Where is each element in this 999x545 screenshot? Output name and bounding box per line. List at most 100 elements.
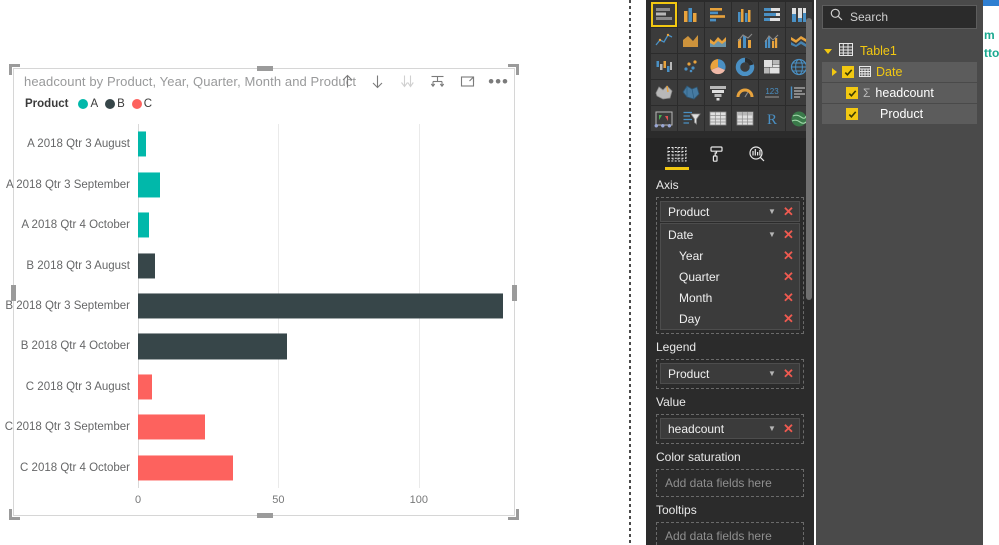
resize-handle-bottom-right[interactable]: [508, 509, 519, 520]
chevron-down-icon[interactable]: ▼: [766, 207, 778, 216]
r-script-visual-icon[interactable]: R: [759, 106, 785, 131]
well-subfield-month[interactable]: Month ✕: [661, 287, 799, 308]
remove-field-icon[interactable]: ✕: [782, 367, 795, 380]
well-subfield-year[interactable]: Year ✕: [661, 245, 799, 266]
well-group-date[interactable]: Date ▼ ✕ Year ✕ Quarter ✕ Month ✕ Day ✕: [660, 223, 800, 330]
bar[interactable]: [138, 414, 206, 440]
stacked-bar-chart-icon[interactable]: [651, 2, 677, 27]
remove-field-icon[interactable]: ✕: [782, 291, 795, 304]
clustered-bar-chart-icon[interactable]: [705, 2, 731, 27]
field-row-date[interactable]: Date: [822, 62, 977, 82]
well-dropzone-legend[interactable]: Product ▼ ✕: [656, 359, 804, 389]
format-tab[interactable]: [704, 141, 730, 167]
drill-up-icon[interactable]: [338, 72, 357, 91]
wells-scrollbar[interactable]: [806, 18, 812, 300]
well-dropzone-axis[interactable]: Product ▼ ✕ Date ▼ ✕ Year ✕ Quarter ✕ Mo…: [656, 197, 804, 334]
field-row-headcount[interactable]: Σ headcount: [822, 83, 977, 103]
remove-field-icon[interactable]: ✕: [782, 228, 795, 241]
well-subfield-quarter[interactable]: Quarter ✕: [661, 266, 799, 287]
card-icon[interactable]: 123: [759, 80, 785, 105]
bar[interactable]: [138, 172, 161, 198]
line-chart-icon[interactable]: [651, 28, 677, 53]
visualizations-pane[interactable]: 123 R ••• Axis Product ▼ ✕ Date ▼ ✕ Year…: [646, 0, 814, 545]
chevron-right-icon[interactable]: [832, 68, 837, 76]
well-chip-headcount[interactable]: headcount ▼ ✕: [660, 418, 800, 439]
clustered-bar-chart-visual[interactable]: headcount by Product, Year, Quarter, Mon…: [5, 64, 519, 520]
remove-field-icon[interactable]: ✕: [782, 312, 795, 325]
checkbox-headcount[interactable]: [846, 87, 858, 99]
line-and-stacked-column-chart-icon[interactable]: [732, 28, 758, 53]
bar[interactable]: [138, 212, 150, 238]
remove-field-icon[interactable]: ✕: [782, 205, 795, 218]
filled-map-icon[interactable]: [651, 80, 677, 105]
legend-item-b[interactable]: B: [105, 98, 125, 110]
checkbox-product[interactable]: [846, 108, 858, 120]
bar[interactable]: [138, 293, 503, 319]
analytics-tab[interactable]: [744, 141, 770, 167]
resize-handle-bottom-left[interactable]: [9, 509, 20, 520]
resize-handle-bottom-center[interactable]: [257, 513, 273, 518]
bar[interactable]: [138, 253, 155, 279]
scatter-chart-icon[interactable]: [678, 54, 704, 79]
resize-handle-top-center[interactable]: [257, 66, 273, 71]
drill-down-icon[interactable]: [368, 72, 387, 91]
bars-area[interactable]: [138, 124, 503, 488]
pie-chart-icon[interactable]: [705, 54, 731, 79]
chevron-down-icon[interactable]: [824, 48, 832, 54]
remove-field-icon[interactable]: ✕: [782, 270, 795, 283]
remove-field-icon[interactable]: ✕: [782, 249, 795, 262]
expand-all-icon[interactable]: [398, 72, 417, 91]
100-percent-stacked-bar-chart-icon[interactable]: [759, 2, 785, 27]
area-chart-icon[interactable]: [678, 28, 704, 53]
search-input[interactable]: Search: [822, 5, 977, 29]
matrix-icon[interactable]: [732, 106, 758, 131]
shape-map-icon[interactable]: [678, 80, 704, 105]
focus-mode-icon[interactable]: [458, 72, 477, 91]
slicer-icon[interactable]: [678, 106, 704, 131]
legend-item-a[interactable]: A: [78, 98, 98, 110]
resize-handle-middle-right[interactable]: [512, 285, 517, 301]
remove-field-icon[interactable]: ✕: [782, 422, 795, 435]
fields-tab[interactable]: [664, 141, 690, 170]
report-canvas[interactable]: headcount by Product, Year, Quarter, Mon…: [0, 0, 630, 545]
well-chip-product[interactable]: Product ▼ ✕: [660, 201, 800, 222]
visualization-type-gallery[interactable]: 123 R: [651, 2, 812, 131]
well-subfield-day[interactable]: Day ✕: [661, 308, 799, 329]
well-chip-product[interactable]: Product ▼ ✕: [660, 363, 800, 384]
field-row-product[interactable]: Product: [822, 104, 977, 124]
table-icon[interactable]: [705, 106, 731, 131]
resize-handle-middle-left[interactable]: [11, 285, 16, 301]
fields-tree[interactable]: Table1 Date Σ headcount Product: [822, 40, 977, 125]
visualizations-pane-tabs[interactable]: [646, 138, 814, 170]
field-wells[interactable]: Axis Product ▼ ✕ Date ▼ ✕ Year ✕ Quarter …: [646, 172, 814, 545]
treemap-icon[interactable]: [759, 54, 785, 79]
visual-header-toolbar[interactable]: •••: [338, 72, 509, 91]
well-dropzone-color-saturation[interactable]: Add data fields here: [656, 469, 804, 497]
bar[interactable]: [138, 374, 153, 400]
stacked-column-chart-icon[interactable]: [678, 2, 704, 27]
stacked-area-chart-icon[interactable]: [705, 28, 731, 53]
legend-item-c[interactable]: C: [131, 98, 152, 110]
resize-handle-top-right[interactable]: [508, 64, 519, 75]
checkbox-date[interactable]: [842, 66, 854, 78]
donut-chart-icon[interactable]: [732, 54, 758, 79]
resize-handle-top-left[interactable]: [9, 64, 20, 75]
drill-mode-icon[interactable]: [428, 72, 447, 91]
well-dropzone-value[interactable]: headcount ▼ ✕: [656, 414, 804, 444]
chart-legend[interactable]: Product A B C: [25, 98, 152, 110]
line-and-clustered-column-chart-icon[interactable]: [759, 28, 785, 53]
funnel-icon[interactable]: [705, 80, 731, 105]
chevron-down-icon[interactable]: ▼: [766, 230, 778, 239]
bar[interactable]: [138, 455, 234, 481]
more-options-icon[interactable]: •••: [488, 73, 509, 90]
waterfall-chart-icon[interactable]: [651, 54, 677, 79]
fields-pane[interactable]: Search Table1 Date Σ headcount Product: [816, 0, 983, 545]
well-dropzone-tooltips[interactable]: Add data fields here: [656, 522, 804, 545]
bar[interactable]: [138, 131, 147, 157]
gauge-icon[interactable]: [732, 80, 758, 105]
table-node-table1[interactable]: Table1: [822, 40, 977, 62]
chevron-down-icon[interactable]: ▼: [766, 369, 778, 378]
bar[interactable]: [138, 333, 287, 359]
well-chip-date[interactable]: Date ▼ ✕: [661, 224, 799, 245]
clustered-column-chart-icon[interactable]: [732, 2, 758, 27]
